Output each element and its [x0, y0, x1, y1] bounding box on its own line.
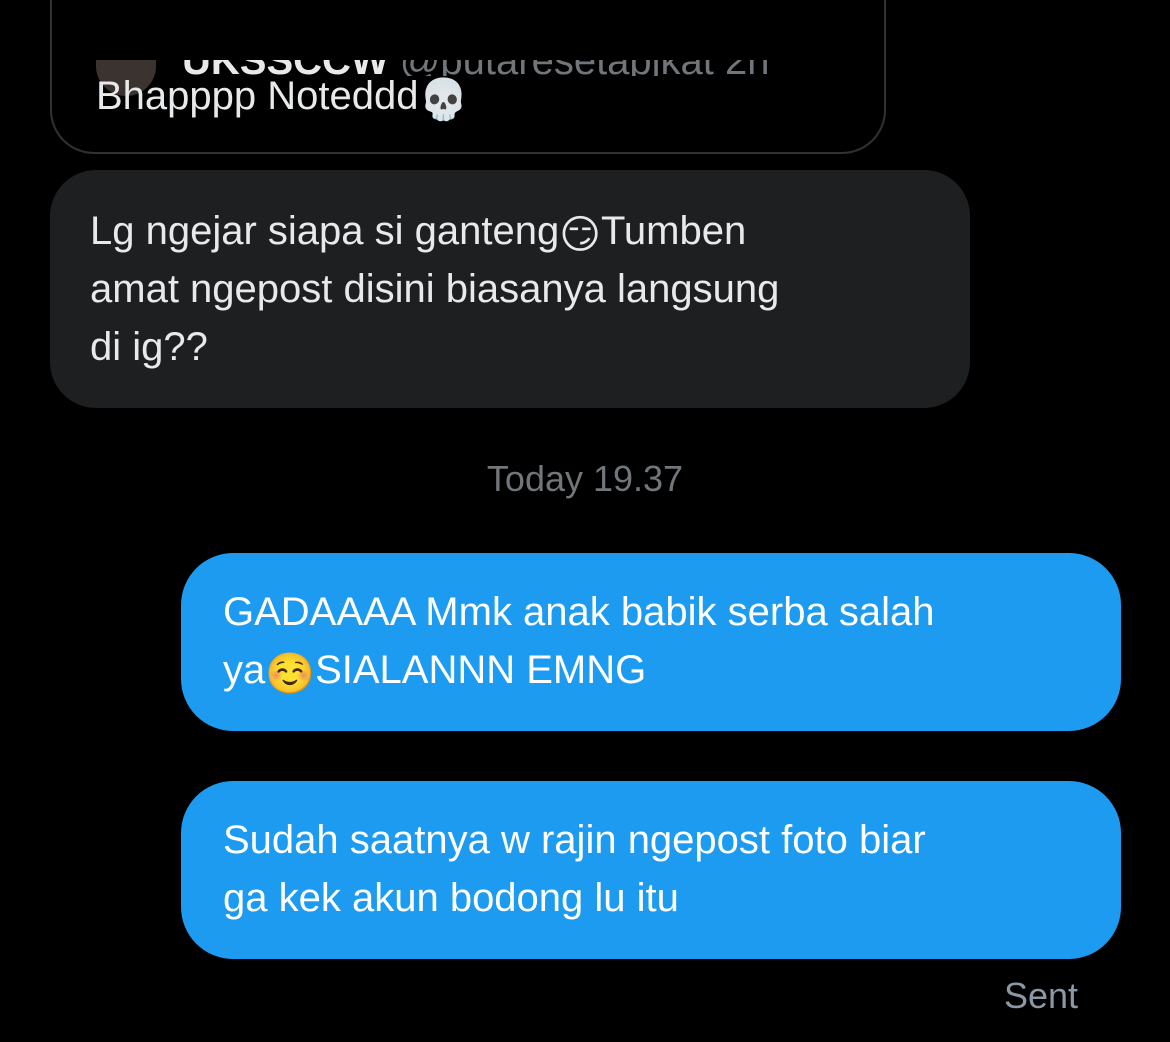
message-line: ya☺️SIALANNN EMNG: [223, 641, 1079, 699]
incoming-message-bubble[interactable]: Lg ngejar siapa si ganteng😏Tumben amat n…: [50, 170, 970, 408]
smiling-emoji-icon: ☺️: [265, 652, 316, 696]
message-line: Lg ngejar siapa si ganteng😏Tumben: [90, 202, 930, 260]
post-time: 2h: [725, 60, 770, 76]
message-line: ga kek akun bodong lu itu: [223, 876, 679, 920]
message-line: di ig??: [90, 325, 208, 369]
message-line: amat ngepost disini biasanya langsung: [90, 267, 780, 311]
message-timestamp: Today 19.37: [486, 458, 684, 499]
message-text: Lg ngejar siapa si ganteng: [90, 209, 560, 253]
message-line: GADAAAA Mmk anak babik serba salah: [223, 590, 935, 634]
quoted-post-text: Bhapppp Noteddd💀: [96, 70, 468, 122]
quoted-post-body: Bhapppp Noteddd: [96, 74, 419, 118]
message-text: ya: [223, 648, 266, 692]
outgoing-message-bubble[interactable]: Sudah saatnya w rajin ngepost foto biar …: [181, 781, 1121, 959]
skull-emoji-icon: 💀: [418, 78, 469, 122]
smirk-emoji-icon: 😏: [559, 213, 601, 257]
outgoing-message-bubble[interactable]: GADAAAA Mmk anak babik serba salah ya☺️S…: [181, 553, 1121, 731]
message-text: Tumben: [600, 209, 747, 253]
message-line: Sudah saatnya w rajin ngepost foto biar: [223, 818, 926, 862]
sent-status: Sent: [1003, 975, 1078, 1016]
message-text: SIALANNN EMNG: [315, 648, 647, 692]
